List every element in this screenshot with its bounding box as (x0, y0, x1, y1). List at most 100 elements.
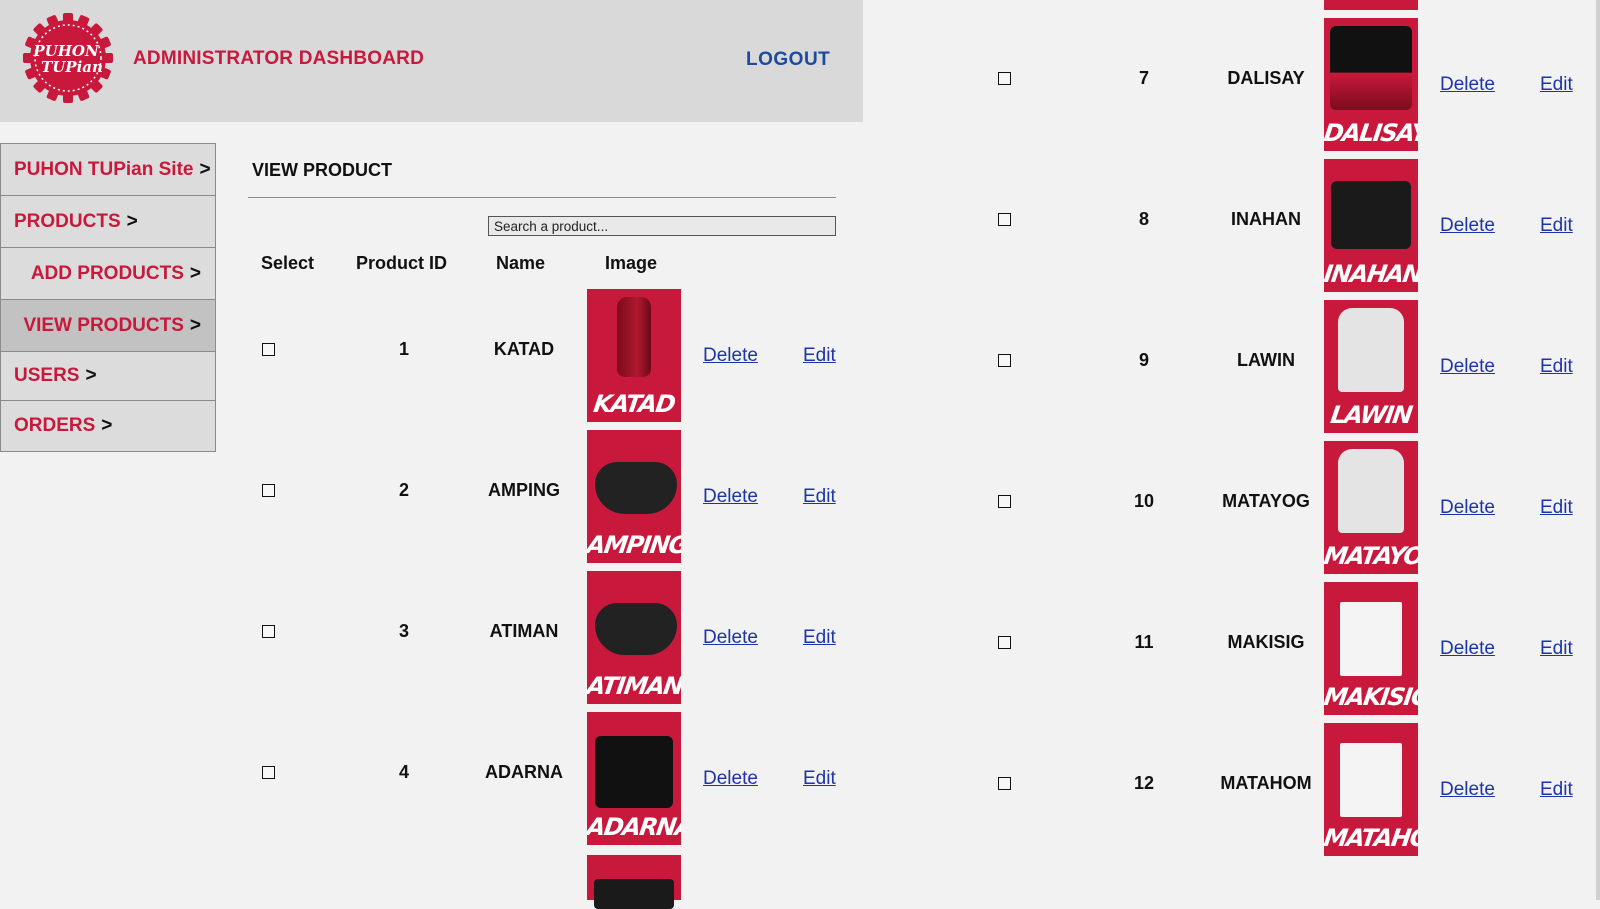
product-name: MAKISIG (1227, 632, 1305, 652)
search-input[interactable] (488, 216, 836, 236)
gear-logo-icon: PUHON TUPian (23, 13, 113, 103)
header-bar: PUHON TUPian ADMINISTRATOR DASHBOARD LOG… (0, 0, 863, 122)
product-image: MATAYOG (1324, 441, 1418, 574)
select-checkbox[interactable] (998, 354, 1011, 367)
logo-text-line2: TUPian (41, 58, 103, 76)
select-checkbox[interactable] (262, 766, 275, 779)
product-id: 10 (1133, 491, 1155, 511)
product-image-caption: MAKISIG (1324, 683, 1418, 711)
select-checkbox[interactable] (262, 625, 275, 638)
product-name: KATAD (493, 339, 555, 359)
delete-link[interactable]: Delete (1440, 497, 1495, 519)
tote-bag-icon (1340, 602, 1402, 676)
select-checkbox[interactable] (998, 495, 1011, 508)
product-name: DALISAY (1227, 68, 1305, 88)
dashboard-title: ADMINISTRATOR DASHBOARD (133, 48, 425, 69)
sidebar-item-label: ORDERS (14, 415, 96, 436)
select-checkbox[interactable] (998, 636, 1011, 649)
delete-link[interactable]: Delete (1440, 356, 1495, 378)
product-image-caption: MATAYOG (1324, 542, 1418, 570)
chevron-right-icon: > (189, 314, 201, 336)
edit-link[interactable]: Edit (1540, 779, 1573, 801)
edit-link[interactable]: Edit (1540, 356, 1573, 378)
sidebar-item-site[interactable]: PUHON TUPian Site > (0, 143, 216, 195)
t-shirt-icon (1338, 449, 1404, 533)
chevron-right-icon: > (199, 158, 211, 180)
scrollbar-track[interactable] (1596, 0, 1600, 900)
product-image-caption: DALISAY (1324, 119, 1418, 147)
product-image-caption: INAHAN (1324, 260, 1418, 288)
column-header-select: Select (261, 253, 315, 273)
sidebar-item-add-products[interactable]: ADD PRODUCTS > (0, 247, 216, 299)
delete-link[interactable]: Delete (1440, 779, 1495, 801)
product-name: INAHAN (1231, 209, 1301, 229)
product-image-caption: KATAD (591, 390, 677, 418)
column-header-name: Name (496, 253, 546, 273)
product-name: AMPING (488, 480, 560, 500)
logout-link[interactable]: LOGOUT (746, 49, 830, 71)
product-image: INAHAN (1324, 159, 1418, 292)
product-id: 1 (398, 339, 410, 359)
puhon-tupian-logo[interactable]: PUHON TUPian (22, 12, 114, 104)
product-id: 11 (1134, 632, 1154, 652)
delete-link[interactable]: Delete (703, 768, 758, 790)
product-image: AMPING (587, 430, 681, 563)
product-name: ADARNA (485, 762, 563, 782)
sidebar-item-label: PUHON TUPian Site (14, 158, 194, 180)
sidebar-item-orders[interactable]: ORDERS > (0, 400, 216, 452)
product-name: ATIMAN (489, 621, 559, 641)
delete-link[interactable]: Delete (703, 486, 758, 508)
select-checkbox[interactable] (262, 484, 275, 497)
product-image: MAKISIG (1324, 582, 1418, 715)
edit-link[interactable]: Edit (1540, 497, 1573, 519)
edit-link[interactable]: Edit (803, 768, 836, 790)
sidebar-item-view-products[interactable]: VIEW PRODUCTS > (0, 299, 216, 351)
page-title: VIEW PRODUCT (252, 160, 393, 180)
product-id: 12 (1133, 773, 1155, 793)
face-mask-icon (593, 460, 679, 516)
product-image-caption: ADARNA (587, 813, 681, 841)
delete-link[interactable]: Delete (703, 627, 758, 649)
select-checkbox[interactable] (998, 72, 1011, 85)
delete-link[interactable]: Delete (1440, 638, 1495, 660)
product-id: 9 (1138, 350, 1150, 370)
edit-link[interactable]: Edit (803, 627, 836, 649)
sidebar-item-users[interactable]: USERS > (0, 351, 216, 400)
spray-bottle-icon (617, 297, 651, 377)
chevron-right-icon: > (126, 210, 138, 232)
product-image-caption: ATIMAN (587, 672, 681, 700)
delete-link[interactable]: Delete (703, 345, 758, 367)
sidebar-item-label: PRODUCTS (14, 210, 121, 232)
bird-print-icon (595, 736, 673, 808)
product-image-partial (1324, 0, 1418, 10)
edit-link[interactable]: Edit (1540, 215, 1573, 237)
tote-bag-icon (1340, 743, 1402, 817)
product-image-caption: AMPING (587, 531, 681, 559)
select-checkbox[interactable] (262, 343, 275, 356)
chevron-right-icon: > (85, 365, 97, 386)
delete-link[interactable]: Delete (1440, 215, 1495, 237)
product-image: DALISAY (1324, 18, 1418, 151)
product-id: 4 (398, 762, 410, 782)
edit-link[interactable]: Edit (803, 486, 836, 508)
product-id: 2 (398, 480, 410, 500)
chevron-right-icon: > (101, 415, 113, 436)
product-image-caption: MATAHOM (1324, 824, 1418, 852)
product-image: ADARNA (587, 712, 681, 845)
edit-link[interactable]: Edit (1540, 74, 1573, 96)
product-id: 8 (1138, 209, 1150, 229)
delete-link[interactable]: Delete (1440, 74, 1495, 96)
product-image: LAWIN (1324, 300, 1418, 433)
product-image-caption: LAWIN (1328, 401, 1414, 429)
product-name: LAWIN (1237, 350, 1295, 370)
product-image: ATIMAN (587, 571, 681, 704)
column-header-product-id: Product ID (356, 253, 448, 273)
title-divider (248, 197, 836, 198)
select-checkbox[interactable] (998, 213, 1011, 226)
select-checkbox[interactable] (998, 777, 1011, 790)
sidebar-item-products[interactable]: PRODUCTS > (0, 195, 216, 247)
face-mask-icon (593, 601, 679, 657)
edit-link[interactable]: Edit (1540, 638, 1573, 660)
sidebar-item-label: USERS (14, 365, 80, 386)
edit-link[interactable]: Edit (803, 345, 836, 367)
